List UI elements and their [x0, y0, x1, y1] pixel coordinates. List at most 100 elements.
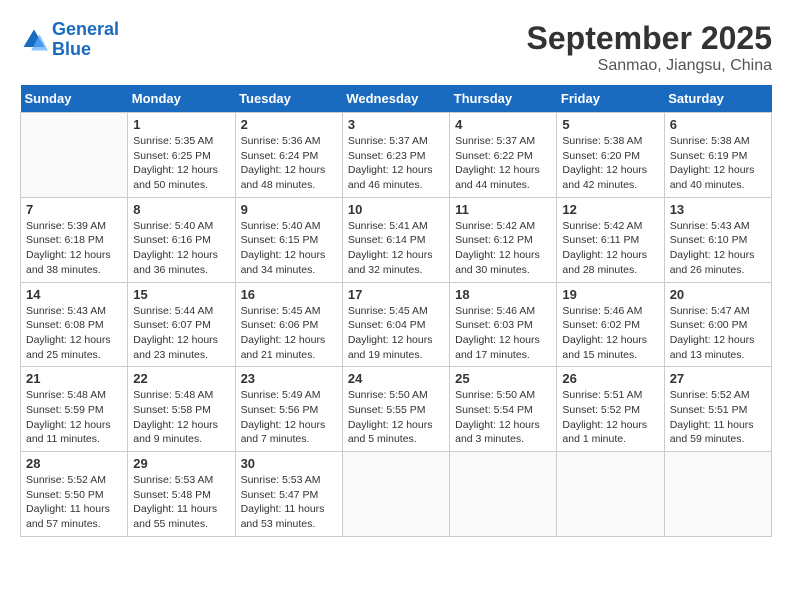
day-info: Sunrise: 5:53 AMSunset: 5:47 PMDaylight:… — [241, 473, 337, 532]
day-info: Sunrise: 5:48 AMSunset: 5:59 PMDaylight:… — [26, 388, 122, 447]
day-number: 28 — [26, 456, 122, 471]
table-row — [342, 452, 449, 537]
day-number: 26 — [562, 371, 658, 386]
table-row: 15Sunrise: 5:44 AMSunset: 6:07 PMDayligh… — [128, 282, 235, 367]
col-monday: Monday — [128, 85, 235, 113]
table-row: 2Sunrise: 5:36 AMSunset: 6:24 PMDaylight… — [235, 113, 342, 198]
table-row: 18Sunrise: 5:46 AMSunset: 6:03 PMDayligh… — [450, 282, 557, 367]
day-number: 25 — [455, 371, 551, 386]
day-info: Sunrise: 5:45 AMSunset: 6:04 PMDaylight:… — [348, 304, 444, 363]
month-title: September 2025 — [527, 20, 772, 57]
day-info: Sunrise: 5:49 AMSunset: 5:56 PMDaylight:… — [241, 388, 337, 447]
day-info: Sunrise: 5:42 AMSunset: 6:11 PMDaylight:… — [562, 219, 658, 278]
table-row: 28 Sunrise: 5:52 AMSunset: 5:50 PMDayligh… — [21, 452, 128, 537]
calendar-table: Sunday Monday Tuesday Wednesday Thursday… — [20, 85, 772, 537]
day-number: 24 — [348, 371, 444, 386]
calendar-week-row: 28 Sunrise: 5:52 AMSunset: 5:50 PMDayligh… — [21, 452, 772, 537]
day-number: 9 — [241, 202, 337, 217]
day-number: 16 — [241, 287, 337, 302]
day-info: Sunrise: 5:40 AMSunset: 6:16 PMDaylight:… — [133, 219, 229, 278]
day-number: 15 — [133, 287, 229, 302]
day-info: Sunrise: 5:38 AMSunset: 6:20 PMDaylight:… — [562, 134, 658, 193]
day-info: Sunrise: 5:38 AMSunset: 6:19 PMDaylight:… — [670, 134, 766, 193]
calendar-week-row: 7 Sunrise: 5:39 AMSunset: 6:18 PMDaylight… — [21, 197, 772, 282]
table-row: 19Sunrise: 5:46 AMSunset: 6:02 PMDayligh… — [557, 282, 664, 367]
day-number: 27 — [670, 371, 766, 386]
table-row — [557, 452, 664, 537]
table-row: 3 Sunrise: 5:37 AMSunset: 6:23 PMDaylight… — [342, 113, 449, 198]
table-row: 30 Sunrise: 5:53 AMSunset: 5:47 PMDayligh… — [235, 452, 342, 537]
day-number: 6 — [670, 117, 766, 132]
table-row: 10 Sunrise: 5:41 AMSunset: 6:14 PMDayligh… — [342, 197, 449, 282]
col-friday: Friday — [557, 85, 664, 113]
col-sunday: Sunday — [21, 85, 128, 113]
day-number: 8 — [133, 202, 229, 217]
day-number: 1 — [133, 117, 229, 132]
day-number: 17 — [348, 287, 444, 302]
table-row: 12 Sunrise: 5:42 AMSunset: 6:11 PMDayligh… — [557, 197, 664, 282]
day-number: 21 — [26, 371, 122, 386]
day-number: 4 — [455, 117, 551, 132]
day-info: Sunrise: 5:36 AMSunset: 6:24 PMDaylight:… — [241, 134, 337, 193]
table-row: 23 Sunrise: 5:49 AMSunset: 5:56 PMDayligh… — [235, 367, 342, 452]
day-info: Sunrise: 5:46 AMSunset: 6:02 PMDaylight:… — [562, 304, 658, 363]
day-info: Sunrise: 5:48 AMSunset: 5:58 PMDaylight:… — [133, 388, 229, 447]
logo-text: GeneralBlue — [52, 20, 119, 60]
table-row: 7 Sunrise: 5:39 AMSunset: 6:18 PMDaylight… — [21, 197, 128, 282]
day-number: 30 — [241, 456, 337, 471]
page-header: GeneralBlue September 2025 Sanmao, Jiang… — [20, 20, 772, 75]
day-info: Sunrise: 5:43 AMSunset: 6:08 PMDaylight:… — [26, 304, 122, 363]
day-number: 29 — [133, 456, 229, 471]
table-row: 4 Sunrise: 5:37 AMSunset: 6:22 PMDaylight… — [450, 113, 557, 198]
col-thursday: Thursday — [450, 85, 557, 113]
col-wednesday: Wednesday — [342, 85, 449, 113]
table-row: 13 Sunrise: 5:43 AMSunset: 6:10 PMDayligh… — [664, 197, 771, 282]
table-row: 6 Sunrise: 5:38 AMSunset: 6:19 PMDaylight… — [664, 113, 771, 198]
calendar-header-row: Sunday Monday Tuesday Wednesday Thursday… — [21, 85, 772, 113]
table-row: 14 Sunrise: 5:43 AMSunset: 6:08 PMDayligh… — [21, 282, 128, 367]
day-info: Sunrise: 5:46 AMSunset: 6:03 PMDaylight:… — [455, 304, 551, 363]
day-info: Sunrise: 5:52 AMSunset: 5:51 PMDaylight:… — [670, 388, 766, 447]
table-row: 29 Sunrise: 5:53 AMSunset: 5:48 PMDayligh… — [128, 452, 235, 537]
table-row: 5 Sunrise: 5:38 AMSunset: 6:20 PMDaylight… — [557, 113, 664, 198]
location-subtitle: Sanmao, Jiangsu, China — [527, 57, 772, 75]
table-row — [664, 452, 771, 537]
day-number: 10 — [348, 202, 444, 217]
day-info: Sunrise: 5:37 AMSunset: 6:23 PMDaylight:… — [348, 134, 444, 193]
calendar-week-row: 21 Sunrise: 5:48 AMSunset: 5:59 PMDayligh… — [21, 367, 772, 452]
day-number: 14 — [26, 287, 122, 302]
day-number: 23 — [241, 371, 337, 386]
day-info: Sunrise: 5:53 AMSunset: 5:48 PMDaylight:… — [133, 473, 229, 532]
table-row: 8 Sunrise: 5:40 AMSunset: 6:16 PMDaylight… — [128, 197, 235, 282]
day-info: Sunrise: 5:43 AMSunset: 6:10 PMDaylight:… — [670, 219, 766, 278]
day-number: 5 — [562, 117, 658, 132]
table-row: 27 Sunrise: 5:52 AMSunset: 5:51 PMDayligh… — [664, 367, 771, 452]
calendar-week-row: 14 Sunrise: 5:43 AMSunset: 6:08 PMDayligh… — [21, 282, 772, 367]
day-info: Sunrise: 5:52 AMSunset: 5:50 PMDaylight:… — [26, 473, 122, 532]
logo-icon — [20, 26, 48, 54]
day-number: 3 — [348, 117, 444, 132]
day-number: 20 — [670, 287, 766, 302]
table-row: 22Sunrise: 5:48 AMSunset: 5:58 PMDayligh… — [128, 367, 235, 452]
day-info: Sunrise: 5:42 AMSunset: 6:12 PMDaylight:… — [455, 219, 551, 278]
logo: GeneralBlue — [20, 20, 119, 60]
calendar-week-row: 1Sunrise: 5:35 AMSunset: 6:25 PMDaylight… — [21, 113, 772, 198]
col-tuesday: Tuesday — [235, 85, 342, 113]
table-row: 9Sunrise: 5:40 AMSunset: 6:15 PMDaylight… — [235, 197, 342, 282]
table-row: 11Sunrise: 5:42 AMSunset: 6:12 PMDayligh… — [450, 197, 557, 282]
table-row: 21 Sunrise: 5:48 AMSunset: 5:59 PMDayligh… — [21, 367, 128, 452]
day-info: Sunrise: 5:45 AMSunset: 6:06 PMDaylight:… — [241, 304, 337, 363]
table-row: 1Sunrise: 5:35 AMSunset: 6:25 PMDaylight… — [128, 113, 235, 198]
day-info: Sunrise: 5:37 AMSunset: 6:22 PMDaylight:… — [455, 134, 551, 193]
col-saturday: Saturday — [664, 85, 771, 113]
table-row: 26 Sunrise: 5:51 AMSunset: 5:52 PMDayligh… — [557, 367, 664, 452]
day-number: 12 — [562, 202, 658, 217]
day-info: Sunrise: 5:39 AMSunset: 6:18 PMDaylight:… — [26, 219, 122, 278]
table-row: 16 Sunrise: 5:45 AMSunset: 6:06 PMDayligh… — [235, 282, 342, 367]
day-number: 13 — [670, 202, 766, 217]
day-info: Sunrise: 5:41 AMSunset: 6:14 PMDaylight:… — [348, 219, 444, 278]
day-info: Sunrise: 5:50 AMSunset: 5:55 PMDaylight:… — [348, 388, 444, 447]
day-info: Sunrise: 5:51 AMSunset: 5:52 PMDaylight:… — [562, 388, 658, 447]
day-number: 7 — [26, 202, 122, 217]
table-row: 24 Sunrise: 5:50 AMSunset: 5:55 PMDayligh… — [342, 367, 449, 452]
